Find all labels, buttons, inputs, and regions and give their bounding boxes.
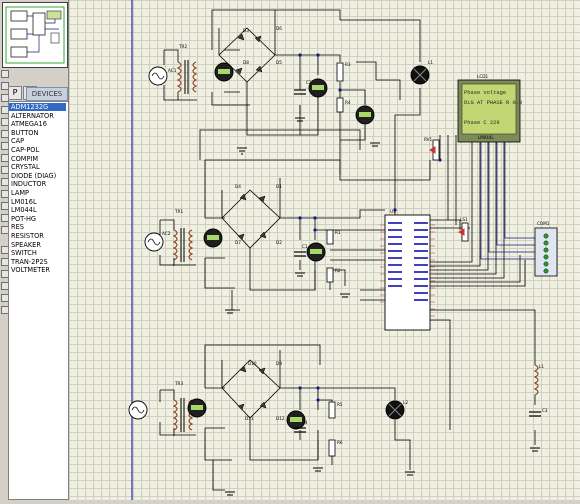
rv1-label: RV1 — [424, 137, 433, 142]
pick-devices-button[interactable]: P — [8, 86, 22, 100]
schematic-canvas[interactable]: TR2 TR1 TR3 AC1 AC2 D3 D6 D8 D5 D4 D1 D7… — [69, 0, 580, 500]
device-item[interactable]: LAMP — [11, 189, 29, 197]
device-item[interactable]: POT-HG — [11, 215, 36, 223]
r6-label: R6 — [337, 440, 343, 445]
device-item[interactable]: ATMEGA16 — [11, 120, 47, 128]
tr3-label: TR3 — [174, 381, 183, 386]
device-item[interactable]: INDUCTOR — [11, 180, 46, 188]
d10-label: D10 — [248, 361, 257, 366]
lamp-l1-label: L1 — [428, 60, 433, 65]
c4-label: C4 — [302, 420, 308, 425]
schematic-drawing: TR2 TR1 TR3 AC1 AC2 D3 D6 D8 D5 D4 D1 D7… — [128, 0, 558, 500]
lcd-line-2: DLG AT PHASE R 0.0 — [464, 100, 522, 106]
device-item[interactable]: COMPIM — [11, 155, 38, 163]
d4-label: D4 — [235, 184, 241, 189]
device-item[interactable]: ADM1232G — [9, 103, 66, 111]
d7-label: D7 — [235, 240, 241, 245]
c3-label: C3 — [542, 408, 548, 413]
ac2-label: AC2 — [162, 231, 171, 236]
d5-label: D5 — [276, 60, 282, 65]
com1-label: COM1 — [537, 221, 550, 226]
r4-label: R4 — [345, 100, 351, 105]
d6-label: D6 — [276, 26, 282, 31]
r5-label: R5 — [337, 402, 343, 407]
device-item[interactable]: LM016L — [11, 198, 37, 206]
c2-label: C2 — [306, 80, 312, 85]
lcd-line-4: Phase C 229 — [464, 120, 500, 126]
device-item[interactable]: RES — [11, 223, 24, 231]
d3-label: D3 — [243, 28, 249, 33]
device-item[interactable]: TRAN-2P2S — [11, 258, 48, 266]
device-item[interactable]: SPEAKER — [11, 241, 41, 249]
tr1-label: TR1 — [174, 209, 183, 214]
device-list[interactable]: ADM1232G ALTERNATOR ATMEGA16 BUTTON CAP … — [8, 101, 69, 500]
device-item[interactable]: CAP — [11, 137, 24, 145]
d11-label: D11 — [245, 416, 254, 421]
device-item[interactable]: CRYSTAL — [11, 163, 40, 171]
r1-label: R1 — [335, 230, 341, 235]
device-item[interactable]: ALTERNATOR — [11, 112, 54, 120]
ac1-label: AC1 — [168, 68, 177, 73]
inductor-l1-label: L1 — [539, 364, 544, 369]
device-item[interactable]: BUTTON — [11, 129, 38, 137]
d9-label: D9 — [276, 361, 282, 366]
lamp-l2-label: L2 — [403, 400, 408, 405]
u1-label: U1 — [390, 209, 396, 214]
r3-label: R3 — [345, 62, 351, 67]
lcd-ref-label: LCD1 — [477, 74, 488, 79]
device-item[interactable]: SWITCH — [11, 249, 37, 257]
devices-header: DEVICES — [26, 87, 68, 101]
overview-window[interactable] — [2, 2, 68, 68]
select-tool-icon[interactable] — [1, 70, 9, 78]
c1-label: C1 — [302, 244, 308, 249]
overview-thumbnail — [3, 3, 67, 67]
lcd-line-1: Phase voltage — [464, 90, 506, 96]
d8-label: D8 — [243, 60, 249, 65]
d12-label: D12 — [276, 416, 285, 421]
device-sidebar: P L DEVICES ADM1232G ALTERNATOR ATMEGA16… — [0, 0, 69, 500]
device-item[interactable]: CAP-POL — [11, 146, 39, 154]
d2-label: D2 — [276, 240, 282, 245]
ls1-label: LS1 — [460, 217, 468, 222]
device-item[interactable]: RESISTOR — [11, 232, 44, 240]
device-item[interactable]: VOLTMETER — [11, 266, 50, 274]
tool-strip — [0, 70, 9, 370]
d1-label: D1 — [276, 184, 282, 189]
device-item[interactable]: LM044L — [11, 206, 37, 214]
device-item[interactable]: DIODE (DIAG) — [11, 172, 56, 180]
tr2-label: TR2 — [178, 44, 187, 49]
r2-label: R2 — [335, 268, 341, 273]
lcd-model-label: LM044L — [478, 135, 494, 140]
